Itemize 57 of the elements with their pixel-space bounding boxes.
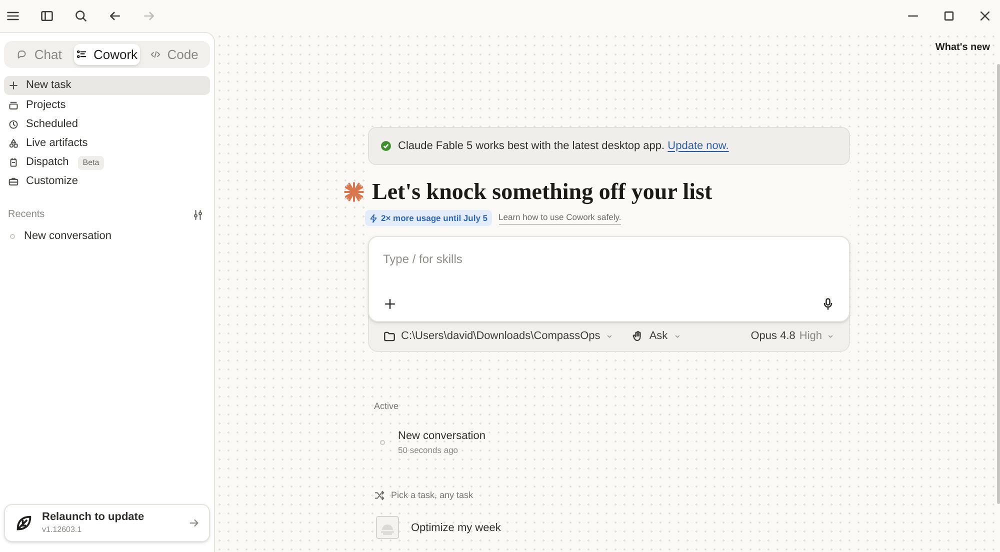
nav-item[interactable]: Scheduled [4,116,210,133]
shapes-icon [8,138,19,149]
page-heading: Let's knock something off your list [372,178,712,206]
relaunch-card[interactable]: Relaunch to update v1.12603.1 [4,504,210,542]
starburst-icon [344,182,364,202]
sunrise-icon [376,516,399,540]
section-label: Recents [8,208,45,222]
shuffle-icon [374,490,385,501]
leaf-icon [14,513,34,533]
microphone-icon[interactable] [821,297,835,311]
mode-selector[interactable]: Ask [632,328,682,344]
usage-chip: 2× more usage until July 5 [365,210,492,226]
nav-item[interactable]: Live artifacts [4,135,210,152]
banner-text: Claude Fable 5 works best with the latest desktop app. Update now. [398,138,729,154]
message-field[interactable]: Type / for skills [383,250,835,268]
recent-item[interactable]: New conversation [4,228,210,245]
chat-bubble-icon [17,49,28,60]
update-link[interactable]: Update now. [668,140,729,152]
plus-icon [8,80,19,91]
section-label: Active [374,400,400,413]
task-title: New conversation [398,428,486,444]
sidebar-toggle-icon[interactable] [40,9,54,23]
arrow-right-icon [188,517,200,529]
beta-badge: Beta [78,156,104,170]
clock-icon [8,119,19,130]
nav-item[interactable]: New task [4,76,210,95]
menu-icon[interactable] [6,9,20,23]
nav-item[interactable]: Dispatch Beta [4,154,210,171]
code-icon [150,49,162,60]
mode-tab[interactable]: Cowork [74,44,140,65]
lightning-icon [369,214,378,222]
maximize-icon[interactable] [942,9,956,23]
folder-icon [383,330,396,342]
card-title: Relaunch to update [42,510,146,524]
safety-link[interactable]: Learn how to use Cowork safely. [498,211,622,225]
scrollbar[interactable] [997,64,1000,504]
model-selector[interactable]: Opus 4.8 High [750,328,835,344]
version-text: v1.12603.1 [42,524,83,536]
add-icon[interactable] [383,297,397,311]
nav-item[interactable]: Customize [4,173,210,190]
section-label: Pick a task, any task [391,488,474,502]
phone-icon [8,157,19,168]
close-icon[interactable] [978,9,992,23]
briefcase-icon [8,176,19,187]
active-task-item[interactable]: New conversation 50 seconds ago [380,428,850,457]
suggestion-item[interactable]: Optimize my week [376,516,850,540]
task-time: 50 seconds ago [398,444,460,457]
composer-input[interactable]: Type / for skills [368,236,850,322]
tray-icon [8,100,19,111]
folder-selector[interactable]: C:\Users\david\Downloads\CompassOps [383,328,614,344]
filter-icon[interactable] [192,208,204,220]
search-icon[interactable] [74,9,88,23]
whats-new-link[interactable]: What's new [935,40,990,55]
back-arrow-icon[interactable] [108,9,122,23]
checklist-icon [76,49,88,60]
check-circle-icon [381,141,391,151]
nav-item[interactable]: Projects [4,97,210,114]
